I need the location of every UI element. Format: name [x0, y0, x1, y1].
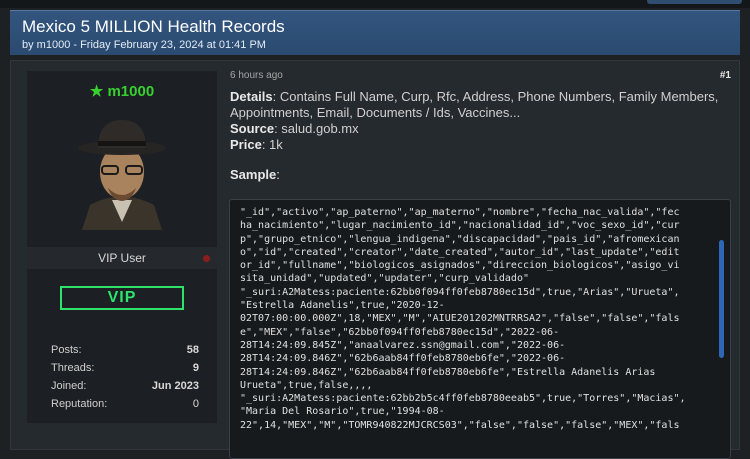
user-role: VIP User: [98, 251, 146, 265]
details-text: : Contains Full Name, Curp, Rfc, Address…: [230, 89, 719, 120]
stat-label: Threads:: [51, 362, 95, 374]
code-line: or_id","fullname","biologicos_asignados"…: [240, 260, 680, 272]
details-label: Details: [230, 89, 273, 104]
code-line: ha_nacimiento","lugar_nacimiento_id","na…: [240, 220, 680, 232]
top-nav-strip: [0, 0, 750, 8]
sample-colon: :: [276, 167, 280, 182]
price-line: Price: 1k: [230, 137, 730, 153]
code-line: 02T07:00:00.000Z",18,"MEX","M","AIUE2012…: [240, 313, 680, 325]
star-icon: ★: [89, 83, 104, 100]
code-line: 28T14:24:09.846Z","62b6aab84ff0feb8780eb…: [240, 366, 656, 378]
code-line: 28T14:24:09.845Z","anaalvarez.ssn@gmail.…: [240, 339, 566, 351]
code-line: "_suri:A2Matess:paciente:62bb0f094ff0feb…: [240, 286, 680, 298]
author-panel: ★ m1000 VIP User VIP Posts: 58 Threads: …: [27, 71, 217, 423]
stat-posts: Posts: 58: [51, 341, 199, 359]
post-number-link[interactable]: #1: [720, 70, 731, 81]
thread-header: Mexico 5 MILLION Health Records by m1000…: [10, 10, 740, 55]
vip-badge: VIP: [60, 286, 184, 310]
code-line: o","id","created","creator","date_create…: [240, 246, 680, 258]
username-text: m1000: [107, 83, 155, 100]
code-line: Urueta",true,false,,,,: [240, 379, 373, 391]
code-line: sita_unidad","updated","updater","curp_v…: [240, 273, 529, 285]
code-line: "_id","activo","ap_paterno","ap_materno"…: [240, 207, 680, 218]
stat-reputation: Reputation: 0: [51, 395, 199, 413]
price-label: Price: [230, 137, 262, 152]
source-text: : salud.gob.mx: [274, 121, 359, 136]
details-line: Details: Contains Full Name, Curp, Rfc, …: [230, 89, 730, 121]
top-nav-button[interactable]: [647, 0, 742, 4]
price-text: : 1k: [261, 137, 283, 152]
thread-title: Mexico 5 MILLION Health Records: [22, 17, 285, 36]
code-line: "Maria Del Rosario",true,"1994-08-: [240, 406, 445, 418]
stat-joined: Joined: Jun 2023: [51, 377, 199, 395]
stat-value[interactable]: 9: [193, 359, 199, 377]
stat-threads: Threads: 9: [51, 359, 199, 377]
author-stats: Posts: 58 Threads: 9 Joined: Jun 2023 Re…: [51, 341, 199, 413]
code-line: e","MEX","false","62bb0f094ff0feb8780ec1…: [240, 326, 560, 338]
source-label: Source: [230, 121, 275, 136]
stat-value[interactable]: 0: [193, 395, 199, 413]
role-bar: VIP User: [27, 247, 217, 269]
stat-value: Jun 2023: [151, 380, 199, 392]
source-line: Source: salud.gob.mx: [230, 121, 730, 137]
post-date: 6 hours ago: [230, 70, 283, 81]
thread-byline: by m1000 - Friday February 23, 2024 at 0…: [22, 39, 266, 51]
stat-label: Posts:: [51, 344, 82, 356]
code-line: p","grupo_etnico","lengua_indigena","dis…: [240, 233, 680, 245]
sample-label: Sample: [230, 167, 277, 182]
author-username[interactable]: ★ m1000: [27, 82, 217, 100]
post-body: Details: Contains Full Name, Curp, Rfc, …: [230, 89, 730, 153]
sample-heading: Sample:: [230, 167, 280, 182]
code-line: 22",14,"MEX","M","TOMR940822MJCRCS03","f…: [240, 419, 680, 431]
code-line: "_suri:A2Matess:paciente:62bb2b5c4ff0feb…: [240, 393, 686, 405]
stat-value[interactable]: 58: [187, 341, 199, 359]
avatar[interactable]: [72, 110, 172, 230]
stat-label: Reputation:: [51, 398, 108, 410]
offline-status-dot: [203, 255, 210, 262]
code-scrollbar[interactable]: [719, 240, 724, 358]
stat-label: Joined:: [51, 380, 87, 392]
post: ★ m1000 VIP User VIP Posts: 58 Threads: …: [10, 60, 740, 459]
code-line: "Estrella Adanelis",true,"2020-12-: [240, 300, 445, 312]
code-line: 28T14:24:09.846Z","62b6aab84ff0feb8780eb…: [240, 353, 566, 365]
code-block[interactable]: "_id","activo","ap_paterno","ap_materno"…: [229, 199, 731, 459]
